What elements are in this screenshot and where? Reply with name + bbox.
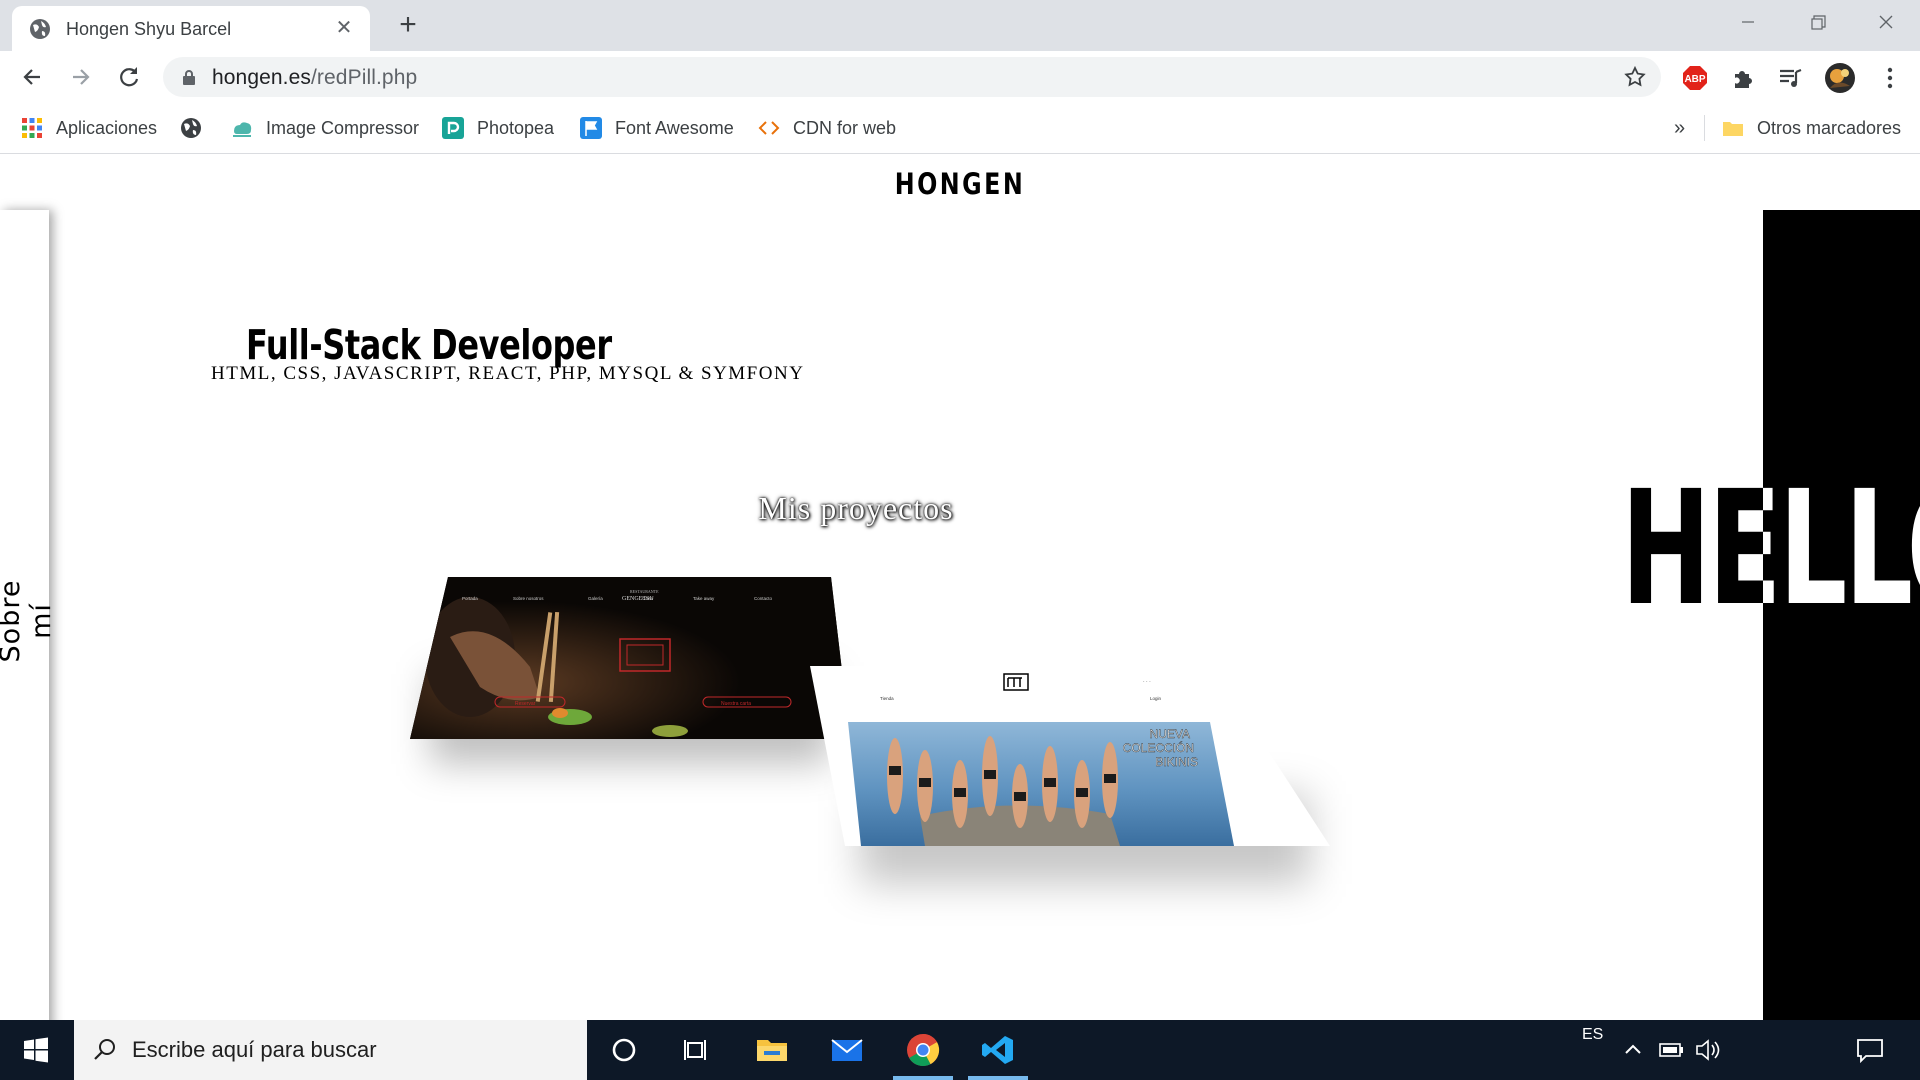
chevron-up-icon[interactable] xyxy=(1618,1032,1648,1068)
media-playlist-icon[interactable] xyxy=(1776,64,1804,92)
headline: Full-Stack Developer xyxy=(246,321,612,369)
svg-text:· · ·: · · · xyxy=(1143,679,1151,685)
folder-icon xyxy=(1723,122,1743,136)
tab-strip: Hongen Shyu Barcel ✕ + xyxy=(0,0,1920,51)
language-indicator[interactable]: ES xyxy=(1582,1026,1603,1044)
extensions-puzzle-icon[interactable] xyxy=(1729,64,1757,92)
close-window-icon[interactable] xyxy=(1866,10,1906,34)
bookmark-cdn-for-web[interactable]: CDN for web xyxy=(758,113,896,143)
forward-arrow-icon[interactable] xyxy=(67,63,95,91)
bookmark-globe[interactable] xyxy=(180,113,215,143)
cortana-icon[interactable] xyxy=(606,1032,642,1068)
adblock-plus-icon[interactable]: ABP xyxy=(1681,64,1709,92)
restaurant-menu-button: Nuestra carta xyxy=(721,701,751,707)
chrome-icon[interactable] xyxy=(905,1032,941,1068)
shop-headline-1: COLECCIÓN xyxy=(1123,740,1194,755)
globe-icon xyxy=(181,118,201,138)
restaurant-nav-2: Galería xyxy=(588,596,603,601)
url-host: hongen.es xyxy=(212,66,311,89)
task-view-icon[interactable] xyxy=(678,1032,714,1068)
bookmark-aplicaciones[interactable]: Aplicaciones xyxy=(21,113,157,143)
shop-nav-left: Tienda xyxy=(880,696,894,701)
vscode-icon[interactable] xyxy=(980,1032,1016,1068)
file-explorer-icon[interactable] xyxy=(754,1032,790,1068)
image-compressor-icon xyxy=(233,122,252,137)
windows-taskbar: Escribe aquí para buscar ES xyxy=(0,1020,1920,1080)
chrome-active-indicator xyxy=(893,1076,953,1080)
apps-grid-icon xyxy=(22,118,42,138)
bookmark-label: CDN for web xyxy=(793,117,897,138)
search-icon xyxy=(94,1039,115,1060)
tech-stack: HTML, CSS, JAVASCRIPT, REACT, PHP, MYSQL… xyxy=(211,363,805,384)
windows-start-icon[interactable] xyxy=(18,1032,54,1068)
project-card-swimwear[interactable]: · · · Tienda Login NUEVA COLECCIÓN BIKIN… xyxy=(810,666,1330,846)
site-logo[interactable]: HONGEN xyxy=(173,167,1747,201)
photopea-icon xyxy=(442,117,464,139)
hello-text-inverted: HELLO xyxy=(1763,210,1920,1020)
tab-title: Hongen Shyu Barcel xyxy=(66,19,232,39)
url-text: hongen.es/redPill.php xyxy=(212,66,417,90)
restaurant-preview: RESTAURANTE GENGETSU Portada Sobre nosot… xyxy=(410,577,850,739)
vscode-active-indicator xyxy=(968,1076,1028,1080)
search-placeholder: Escribe aquí para buscar xyxy=(132,1037,377,1062)
bookmark-label: Aplicaciones xyxy=(56,117,158,138)
font-awesome-flag-icon xyxy=(580,117,602,139)
restaurant-brand-small: RESTAURANTE xyxy=(630,589,659,594)
more-bookmarks-chevron[interactable]: » xyxy=(1674,113,1685,143)
svg-text:ABP: ABP xyxy=(1684,74,1705,85)
reload-icon[interactable] xyxy=(115,63,143,91)
hello-text-white: HELLO xyxy=(1763,457,1920,641)
new-tab-button[interactable]: + xyxy=(392,8,424,42)
bookmark-font-awesome[interactable]: Font Awesome xyxy=(580,113,734,143)
lock-icon[interactable] xyxy=(182,69,196,85)
taskbar-search-box[interactable]: Escribe aquí para buscar xyxy=(74,1020,587,1080)
bookmark-photopea[interactable]: Photopea xyxy=(442,113,554,143)
globe-icon xyxy=(30,19,50,39)
code-brackets-icon xyxy=(758,121,780,135)
mail-icon[interactable] xyxy=(829,1032,865,1068)
bookmarks-bar: Aplicaciones Image Compressor Photopea F… xyxy=(0,103,1920,154)
bookmark-star-icon[interactable] xyxy=(1623,65,1647,89)
shop-headline-0: NUEVA xyxy=(1150,727,1190,741)
restaurant-nav-4: Take away xyxy=(693,596,715,601)
bookmark-label: Otros marcadores xyxy=(1757,117,1902,138)
projects-title: Mis proyectos xyxy=(758,490,954,526)
profile-avatar[interactable] xyxy=(1824,62,1856,94)
url-path: /redPill.php xyxy=(311,66,418,89)
battery-icon[interactable] xyxy=(1656,1032,1686,1068)
volume-icon[interactable] xyxy=(1692,1032,1722,1068)
bookmarks-divider xyxy=(1704,115,1705,141)
web-page: HONGEN Sobre mí HELLO HELLO Full-Stack D… xyxy=(0,154,1920,1020)
tab-active[interactable]: Hongen Shyu Barcel ✕ xyxy=(12,6,370,51)
restaurant-nav-0: Portada xyxy=(462,596,478,601)
notifications-icon[interactable] xyxy=(1852,1032,1888,1068)
shop-nav-right: Login xyxy=(1150,696,1162,701)
close-tab-icon[interactable]: ✕ xyxy=(332,16,356,40)
bookmark-label: Photopea xyxy=(477,117,555,138)
sidebar-label: Sobre mí xyxy=(0,579,57,663)
bookmark-otros-marcadores[interactable]: Otros marcadores xyxy=(1722,113,1901,143)
shop-headline-2: BIKINIS xyxy=(1155,755,1198,769)
restaurant-nav-3: Carta xyxy=(642,596,654,601)
about-me-sidebar[interactable]: Sobre mí xyxy=(0,210,57,1020)
chrome-menu-icon[interactable] xyxy=(1876,64,1904,92)
restaurant-nav-1: Sobre nosotros xyxy=(513,596,544,601)
restaurant-reserve-button: Reservar xyxy=(515,701,536,707)
bookmark-label: Font Awesome xyxy=(615,117,734,138)
swimwear-preview: · · · Tienda Login NUEVA COLECCIÓN BIKIN… xyxy=(810,666,1330,846)
address-bar[interactable]: hongen.es/redPill.php xyxy=(163,57,1661,97)
browser-toolbar: hongen.es/redPill.php ABP xyxy=(0,51,1920,103)
restaurant-nav-5: Contacto xyxy=(754,596,773,601)
minimize-icon[interactable] xyxy=(1728,10,1768,34)
restore-icon[interactable] xyxy=(1797,10,1837,34)
project-card-restaurant[interactable]: RESTAURANTE GENGETSU Portada Sobre nosot… xyxy=(410,577,850,739)
back-arrow-icon[interactable] xyxy=(18,63,46,91)
bookmark-label: Image Compressor xyxy=(266,117,420,138)
bookmark-image-compressor[interactable]: Image Compressor xyxy=(231,113,419,143)
